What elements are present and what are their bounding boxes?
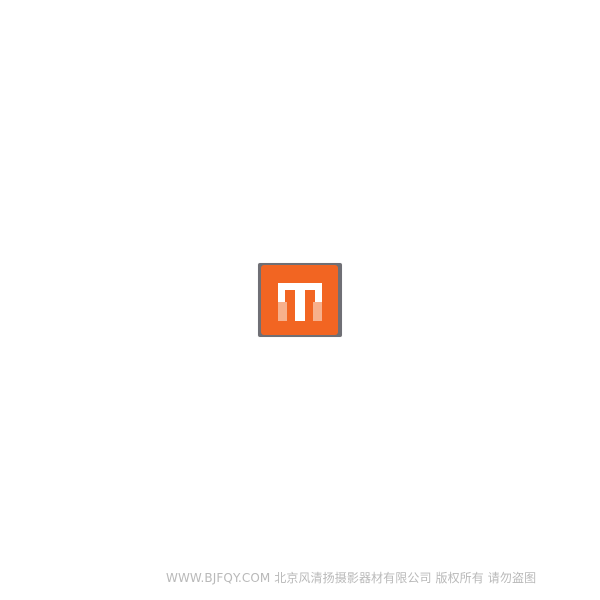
glyph-right-top <box>315 290 322 302</box>
screen: WWW.BJFQY.COM 北京风清扬摄影器材有限公司 版权所有 请勿盗图 <box>0 0 600 600</box>
glyph-center-stem <box>295 290 305 321</box>
app-logo-icon[interactable] <box>258 263 342 337</box>
glyph-top-bar <box>278 283 322 290</box>
glyph-right-lower <box>313 302 322 321</box>
glyph-left-lower <box>278 302 287 321</box>
glyph-left-top <box>278 290 285 302</box>
app-logo-svg <box>258 263 342 337</box>
watermark-text: WWW.BJFQY.COM 北京风清扬摄影器材有限公司 版权所有 请勿盗图 <box>166 571 537 585</box>
